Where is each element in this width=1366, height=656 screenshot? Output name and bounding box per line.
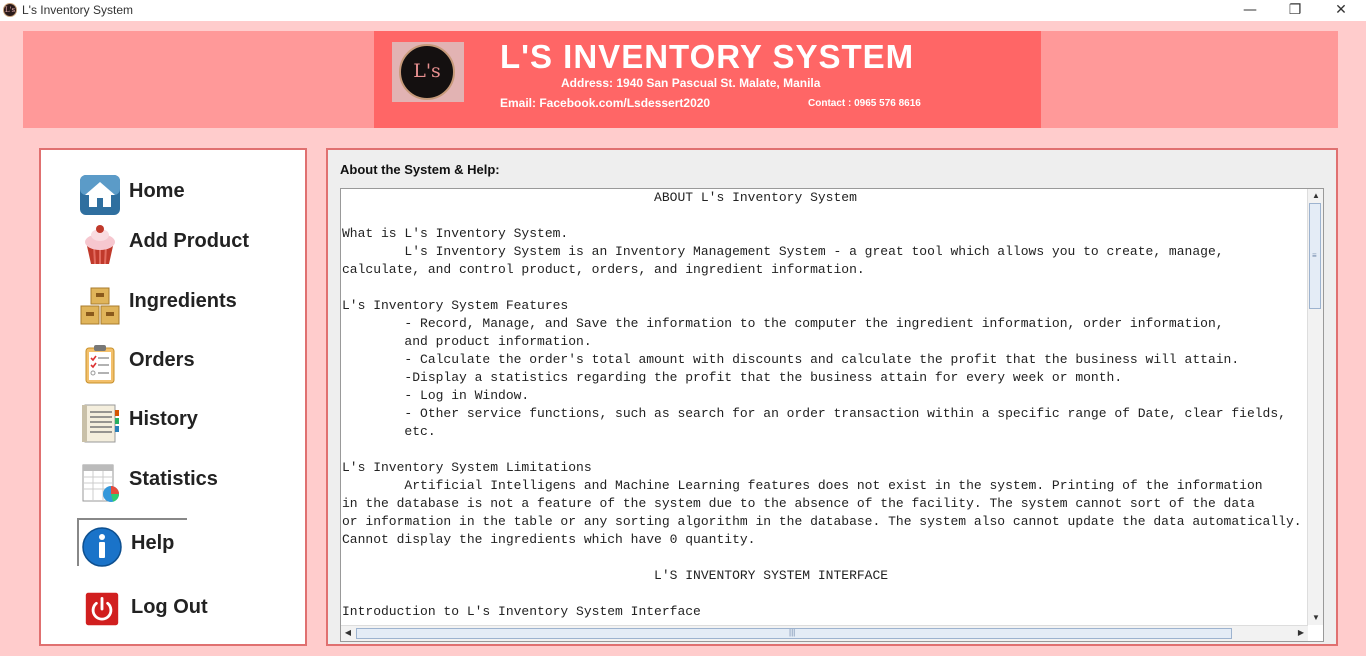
- nav-orders-label: Orders: [129, 349, 195, 371]
- help-text-line: [342, 207, 1307, 225]
- help-text-line: -Display a statistics regarding the prof…: [342, 370, 1123, 385]
- help-text-area[interactable]: ABOUT L's Inventory System What is L's In…: [340, 188, 1324, 642]
- logo: L's: [392, 42, 464, 102]
- help-text-line: - Record, Manage, and Save the informati…: [342, 316, 1224, 331]
- contact-text: Contact : 0965 576 8616: [808, 98, 921, 109]
- notebook-icon: [82, 404, 119, 443]
- info-icon: [82, 527, 122, 567]
- maximize-button[interactable]: ❐: [1272, 0, 1318, 21]
- help-text-line: in the database is not a feature of the …: [342, 496, 1255, 511]
- nav-history[interactable]: History: [77, 398, 297, 446]
- help-text-line: [342, 441, 1307, 459]
- nav-statistics-label: Statistics: [129, 468, 218, 490]
- window-title: L's Inventory System: [22, 3, 133, 17]
- help-text-line: L's Inventory System is an Inventory Man…: [342, 244, 1224, 259]
- boxes-icon: [80, 287, 120, 325]
- grip-icon: |||: [789, 628, 796, 637]
- help-text-line: L's Inventory System Limitations: [342, 460, 592, 475]
- vertical-scroll-thumb[interactable]: ≡: [1309, 203, 1321, 309]
- help-text-content: ABOUT L's Inventory System What is L's In…: [342, 189, 1307, 624]
- help-text-line: L's Inventory System Features: [342, 298, 569, 313]
- minimize-button[interactable]: —: [1227, 0, 1273, 21]
- nav-history-label: History: [129, 408, 198, 430]
- nav-log-out[interactable]: Log Out: [77, 586, 297, 634]
- help-text-line: Artificial Intelligens and Machine Learn…: [342, 478, 1263, 493]
- close-button[interactable]: ✕: [1318, 0, 1364, 21]
- help-text-line: What is L's Inventory System.: [342, 226, 569, 241]
- scroll-up-arrow-icon[interactable]: ▲: [1309, 190, 1323, 202]
- app-title: L'S INVENTORY SYSTEM: [500, 38, 915, 75]
- nav-orders[interactable]: Orders: [77, 339, 297, 387]
- help-panel: About the System & Help: ABOUT L's Inven…: [326, 148, 1338, 646]
- nav-home-label: Home: [129, 180, 185, 202]
- panel-heading: About the System & Help:: [340, 162, 500, 177]
- header-banner: L's L'S INVENTORY SYSTEM Address: 1940 S…: [374, 31, 1041, 128]
- spreadsheet-chart-icon: [82, 464, 119, 502]
- power-icon: [85, 592, 119, 626]
- help-text-line: ABOUT L's Inventory System: [342, 190, 857, 205]
- vertical-scrollbar[interactable]: ▲ ≡ ▼: [1307, 189, 1323, 625]
- clipboard-icon: [85, 345, 115, 384]
- email-text: Email: Facebook.com/Lsdessert2020: [500, 96, 711, 110]
- sidebar-nav: Home Add Product Ingredients Orders Hist…: [39, 148, 307, 646]
- help-text-line: L'S INVENTORY SYSTEM INTERFACE: [342, 568, 889, 583]
- help-text-line: - Other service functions, such as searc…: [342, 406, 1286, 421]
- window-titlebar: L's L's Inventory System — ❐ ✕: [0, 0, 1366, 21]
- help-text-line: - Calculate the order's total amount wit…: [342, 352, 1240, 367]
- horizontal-scrollbar[interactable]: ◀ ||| ▶: [341, 625, 1308, 641]
- home-icon: [80, 175, 120, 215]
- nav-add-product[interactable]: Add Product: [77, 220, 297, 268]
- help-text-line: - Log in Window.: [342, 388, 530, 403]
- scroll-down-arrow-icon[interactable]: ▼: [1309, 612, 1323, 624]
- nav-help[interactable]: Help: [77, 518, 297, 570]
- cupcake-icon: [85, 225, 115, 265]
- help-text-line: [342, 549, 1307, 567]
- horizontal-scroll-thumb[interactable]: |||: [356, 628, 1232, 639]
- help-text-line: and product information.: [342, 334, 592, 349]
- nav-ingredients[interactable]: Ingredients: [77, 280, 297, 328]
- scroll-left-arrow-icon[interactable]: ◀: [341, 627, 355, 639]
- help-text-line: etc.: [342, 424, 436, 439]
- help-text-line: Introduction to L's Inventory System Int…: [342, 604, 701, 619]
- help-text-line: or information in the table or any sorti…: [342, 514, 1302, 529]
- nav-ingredients-label: Ingredients: [129, 290, 237, 312]
- help-text-line: calculate, and control product, orders, …: [342, 262, 865, 277]
- nav-log-out-label: Log Out: [131, 596, 208, 618]
- help-text-line: [342, 585, 1307, 603]
- help-text-line: [342, 279, 1307, 297]
- nav-home[interactable]: Home: [77, 170, 297, 218]
- grip-icon: ≡: [1312, 251, 1317, 260]
- address-text: Address: 1940 San Pascual St. Malate, Ma…: [561, 76, 821, 90]
- help-text-line: Cannot display the ingredients which hav…: [342, 532, 756, 547]
- logo-emblem: L's: [399, 44, 455, 100]
- app-logo-icon: L's: [3, 3, 17, 17]
- nav-help-label: Help: [131, 532, 175, 554]
- scroll-right-arrow-icon[interactable]: ▶: [1294, 627, 1308, 639]
- nav-add-product-label: Add Product: [129, 230, 249, 252]
- nav-statistics[interactable]: Statistics: [77, 458, 297, 506]
